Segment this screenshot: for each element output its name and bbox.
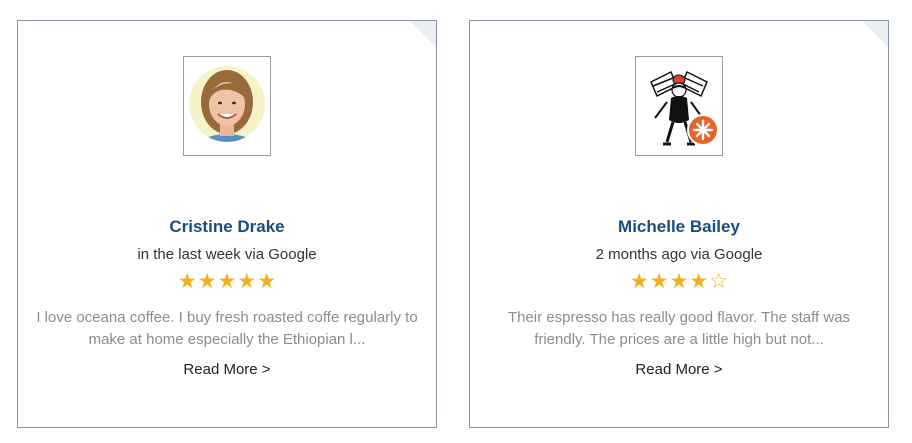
reviewer-name: Michelle Bailey	[618, 217, 740, 236]
star-empty-icon: ☆	[709, 270, 729, 293]
review-card: Michelle Bailey 2 months ago via Google …	[469, 20, 889, 428]
star-full-icon: ★	[629, 270, 649, 293]
star-full-icon: ★	[649, 270, 669, 293]
star-rating: ★★★★☆	[470, 270, 888, 294]
star-full-icon: ★	[177, 270, 197, 293]
reviewer-avatar	[183, 56, 271, 156]
read-more-link[interactable]: Read More >	[18, 361, 436, 378]
card-corner-fold	[410, 21, 436, 47]
reviewer-avatar	[635, 56, 723, 156]
read-more-link[interactable]: Read More >	[470, 361, 888, 378]
star-full-icon: ★	[669, 270, 689, 293]
star-full-icon: ★	[257, 270, 277, 293]
review-date-source: 2 months ago via Google	[595, 246, 763, 263]
star-full-icon: ★	[197, 270, 217, 293]
review-date-source: in the last week via Google	[137, 246, 317, 263]
review-card: Cristine Drake in the last week via Goog…	[17, 20, 437, 428]
star-rating: ★★★★★	[18, 270, 436, 294]
star-full-icon: ★	[689, 270, 709, 293]
review-text: Their espresso has really good flavor. T…	[507, 309, 851, 348]
card-corner-fold	[862, 21, 888, 47]
avatar-photo	[189, 66, 265, 142]
star-full-icon: ★	[237, 270, 257, 293]
avatar-illustration	[650, 70, 719, 146]
reviewer-name: Cristine Drake	[169, 217, 285, 236]
review-text: I love oceana coffee. I buy fresh roaste…	[36, 309, 418, 348]
reviews-section: Cristine Drake in the last week via Goog…	[0, 0, 912, 443]
star-full-icon: ★	[217, 270, 237, 293]
